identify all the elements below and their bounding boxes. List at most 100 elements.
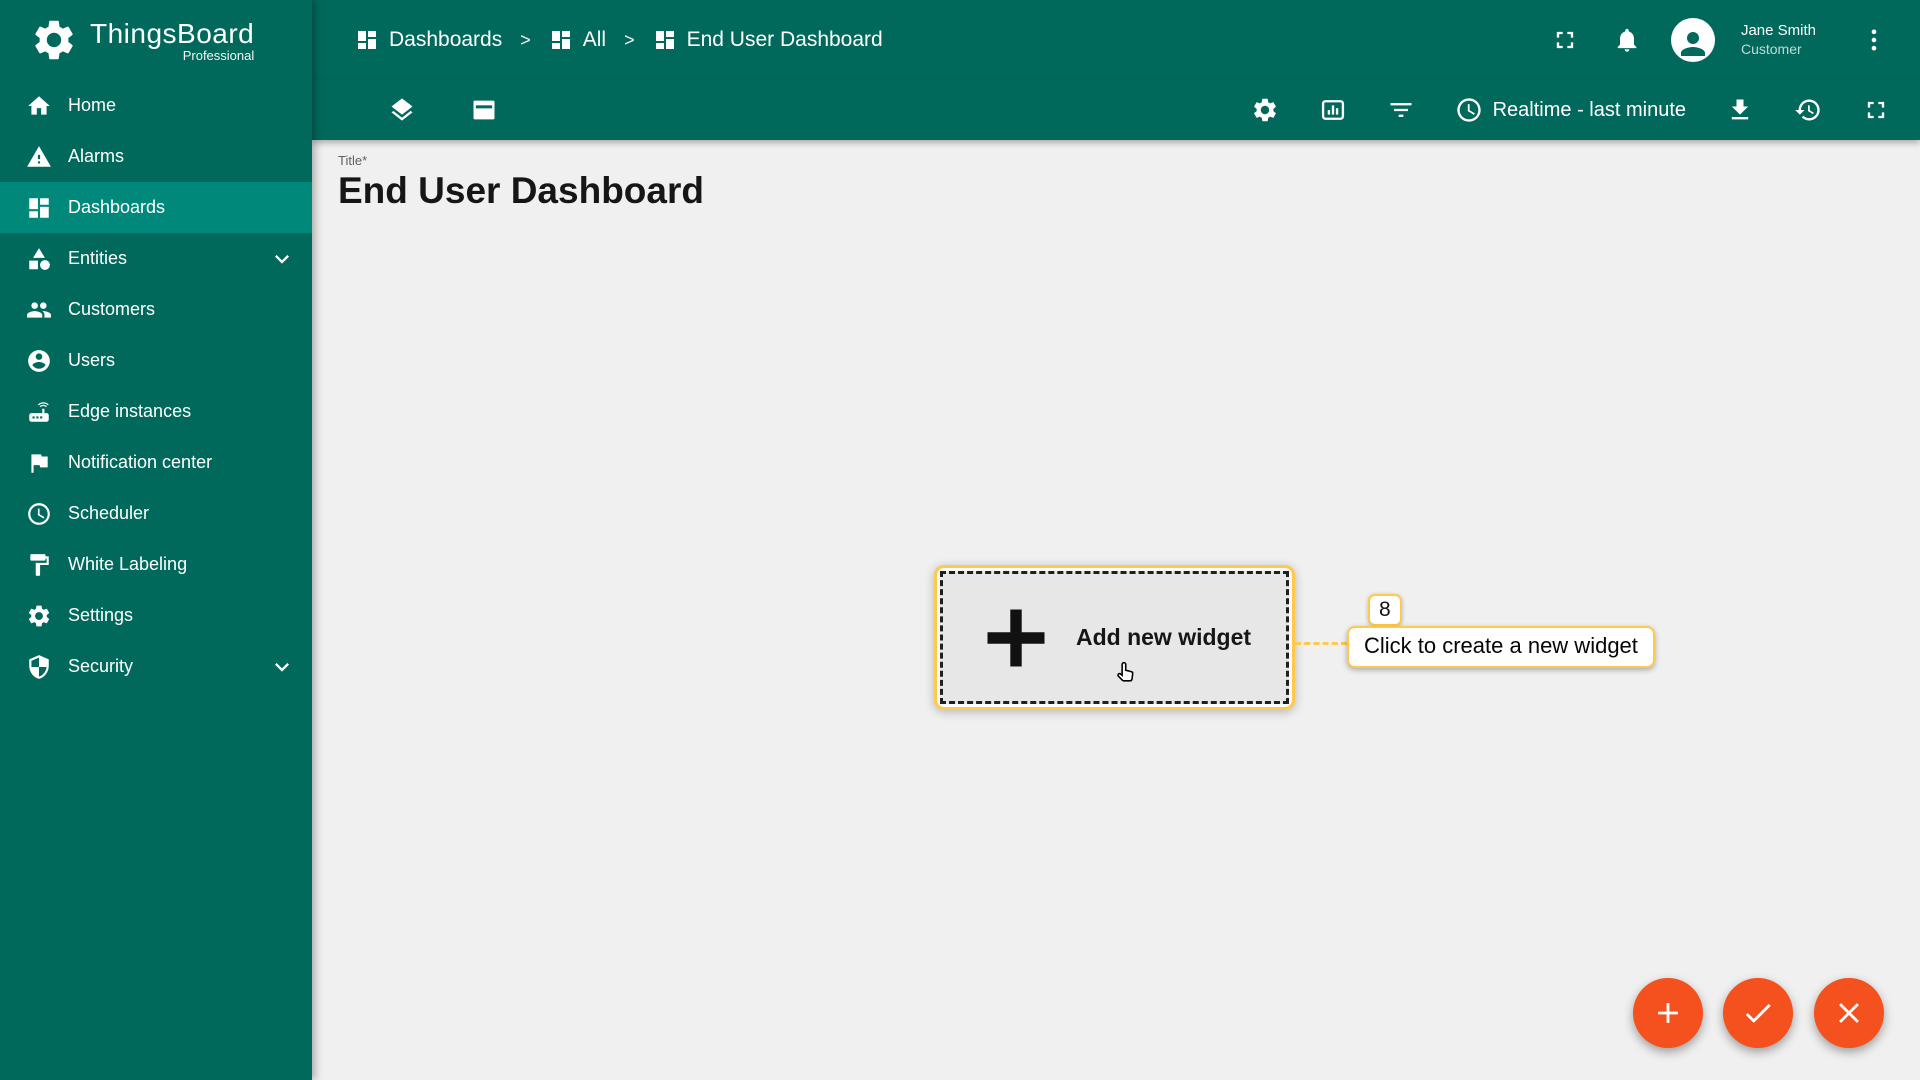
plus-icon <box>1651 996 1685 1030</box>
sidebar-item-scheduler[interactable]: Scheduler <box>0 488 312 539</box>
sidebar-item-settings[interactable]: Settings <box>0 590 312 641</box>
chevron-down-icon <box>268 653 296 681</box>
dashboards-icon <box>355 28 379 52</box>
app-edition: Professional <box>182 47 255 63</box>
breadcrumb-label: Dashboards <box>389 28 503 51</box>
entities-icon <box>26 246 52 272</box>
entity-aliases-button[interactable] <box>1315 92 1351 128</box>
shield-icon <box>26 654 52 680</box>
fullscreen-button[interactable] <box>1547 22 1583 58</box>
manage-states-button[interactable] <box>466 92 502 128</box>
paint-icon <box>26 552 52 578</box>
sidebar-item-home[interactable]: Home <box>0 80 312 131</box>
user-menu[interactable]: Jane Smith Customer <box>1741 22 1816 58</box>
breadcrumb-item-dashboards[interactable]: Dashboards <box>355 28 502 52</box>
add-widget-label: Add new widget <box>1075 624 1252 650</box>
close-icon <box>1832 996 1866 1030</box>
sidebar-item-customers[interactable]: Customers <box>0 284 312 335</box>
sidebar-item-entities[interactable]: Entities <box>0 233 312 284</box>
dashboards-icon <box>26 195 52 221</box>
sidebar-item-notification-center[interactable]: Notification center <box>0 437 312 488</box>
dashboard-content: Title* Add new widget 8 Click to create … <box>312 140 1920 1080</box>
toolbar-actions: Realtime - last minute <box>1247 92 1894 128</box>
sidebar-item-label: Security <box>68 656 134 676</box>
fullscreen-icon <box>1862 96 1890 124</box>
sidebar: ThingsBoard Professional Home Alarms Das… <box>0 0 312 1080</box>
export-dashboard-button[interactable] <box>1722 92 1758 128</box>
breadcrumb: Dashboards > All > End User Dashboard <box>355 28 883 52</box>
timewindow-button[interactable]: Realtime - last minute <box>1451 92 1690 128</box>
bell-icon <box>1613 26 1641 54</box>
tour-highlight: Add new widget <box>934 565 1295 710</box>
sidebar-item-label: Scheduler <box>68 503 150 523</box>
edge-instances-icon <box>26 399 52 425</box>
clock-icon <box>1455 96 1483 124</box>
person-icon <box>1675 26 1711 62</box>
cursor-hand-icon <box>1117 661 1134 682</box>
flag-icon <box>26 450 52 476</box>
fab-apply-changes-button[interactable] <box>1723 978 1793 1048</box>
tour-connector-line <box>1295 642 1347 645</box>
more-options-button[interactable] <box>1856 22 1892 58</box>
check-icon <box>1741 996 1775 1030</box>
toolbar-fullscreen-button[interactable] <box>1858 92 1894 128</box>
sidebar-item-alarms[interactable]: Alarms <box>0 131 312 182</box>
dashboard-title-input[interactable] <box>338 168 1158 212</box>
dashboards-icon <box>549 28 573 52</box>
sidebar-item-label: White Labeling <box>68 554 188 574</box>
logo-text: ThingsBoard Professional <box>90 18 254 63</box>
sidebar-item-security[interactable]: Security <box>0 641 312 692</box>
download-icon <box>1726 96 1754 124</box>
version-history-button[interactable] <box>1790 92 1826 128</box>
user-avatar[interactable] <box>1670 18 1715 62</box>
sidebar-item-edge-instances[interactable]: Edge instances <box>0 386 312 437</box>
warning-icon <box>26 144 52 170</box>
thingsboard-logo-icon <box>30 16 78 64</box>
sidebar-item-white-labeling[interactable]: White Labeling <box>0 539 312 590</box>
dashboard-toolbar: Realtime - last minute <box>312 80 1920 140</box>
plus-icon <box>978 600 1054 676</box>
fab-discard-changes-button[interactable] <box>1814 978 1884 1048</box>
sidebar-item-label: Home <box>68 95 117 115</box>
layers-icon <box>388 96 416 124</box>
sidebar-item-label: Entities <box>68 248 128 268</box>
fab-add-widget-button[interactable] <box>1633 978 1703 1048</box>
title-field-label: Title* <box>338 153 368 168</box>
filters-button[interactable] <box>1383 92 1419 128</box>
top-header: Dashboards > All > End User Dashboard Ja… <box>312 0 1920 80</box>
notifications-button[interactable] <box>1609 22 1645 58</box>
sidebar-item-label: Notification center <box>68 452 213 472</box>
sidebar-nav: Home Alarms Dashboards Entities Customer… <box>0 80 312 692</box>
dashboard-title-block: Title* <box>338 153 1158 212</box>
device-chart-icon <box>1319 96 1347 124</box>
app-logo[interactable]: ThingsBoard Professional <box>0 0 312 80</box>
sidebar-item-dashboards[interactable]: Dashboards <box>0 182 312 233</box>
breadcrumb-separator: > <box>520 29 531 50</box>
app-root: ThingsBoard Professional Home Alarms Das… <box>0 0 1920 1080</box>
header-actions: Jane Smith Customer <box>1547 18 1892 62</box>
sidebar-item-label: Customers <box>68 299 156 319</box>
gear-icon <box>26 603 52 629</box>
filter-icon <box>1387 96 1415 124</box>
tour-tooltip-text: Click to create a new widget <box>1364 633 1638 658</box>
card-icon <box>470 96 498 124</box>
tour-step-badge: 8 <box>1368 594 1402 626</box>
home-icon <box>26 93 52 119</box>
manage-layouts-button[interactable] <box>384 92 420 128</box>
sidebar-item-label: Alarms <box>68 146 125 166</box>
app-name: ThingsBoard <box>90 17 255 49</box>
breadcrumb-item-all[interactable]: All <box>549 28 606 52</box>
clock-icon <box>26 501 52 527</box>
user-role: Customer <box>1740 40 1802 57</box>
sidebar-item-label: Settings <box>68 605 134 625</box>
dashboard-settings-button[interactable] <box>1247 92 1283 128</box>
users-icon <box>26 348 52 374</box>
dashboards-icon <box>653 28 677 52</box>
chevron-down-icon <box>268 245 296 273</box>
sidebar-item-users[interactable]: Users <box>0 335 312 386</box>
user-name: Jane Smith <box>1740 21 1816 39</box>
history-icon <box>1794 96 1822 124</box>
tour-tooltip: Click to create a new widget <box>1347 626 1655 668</box>
breadcrumb-item-end-user-dashboard[interactable]: End User Dashboard <box>653 28 883 52</box>
kebab-icon <box>1860 26 1888 54</box>
